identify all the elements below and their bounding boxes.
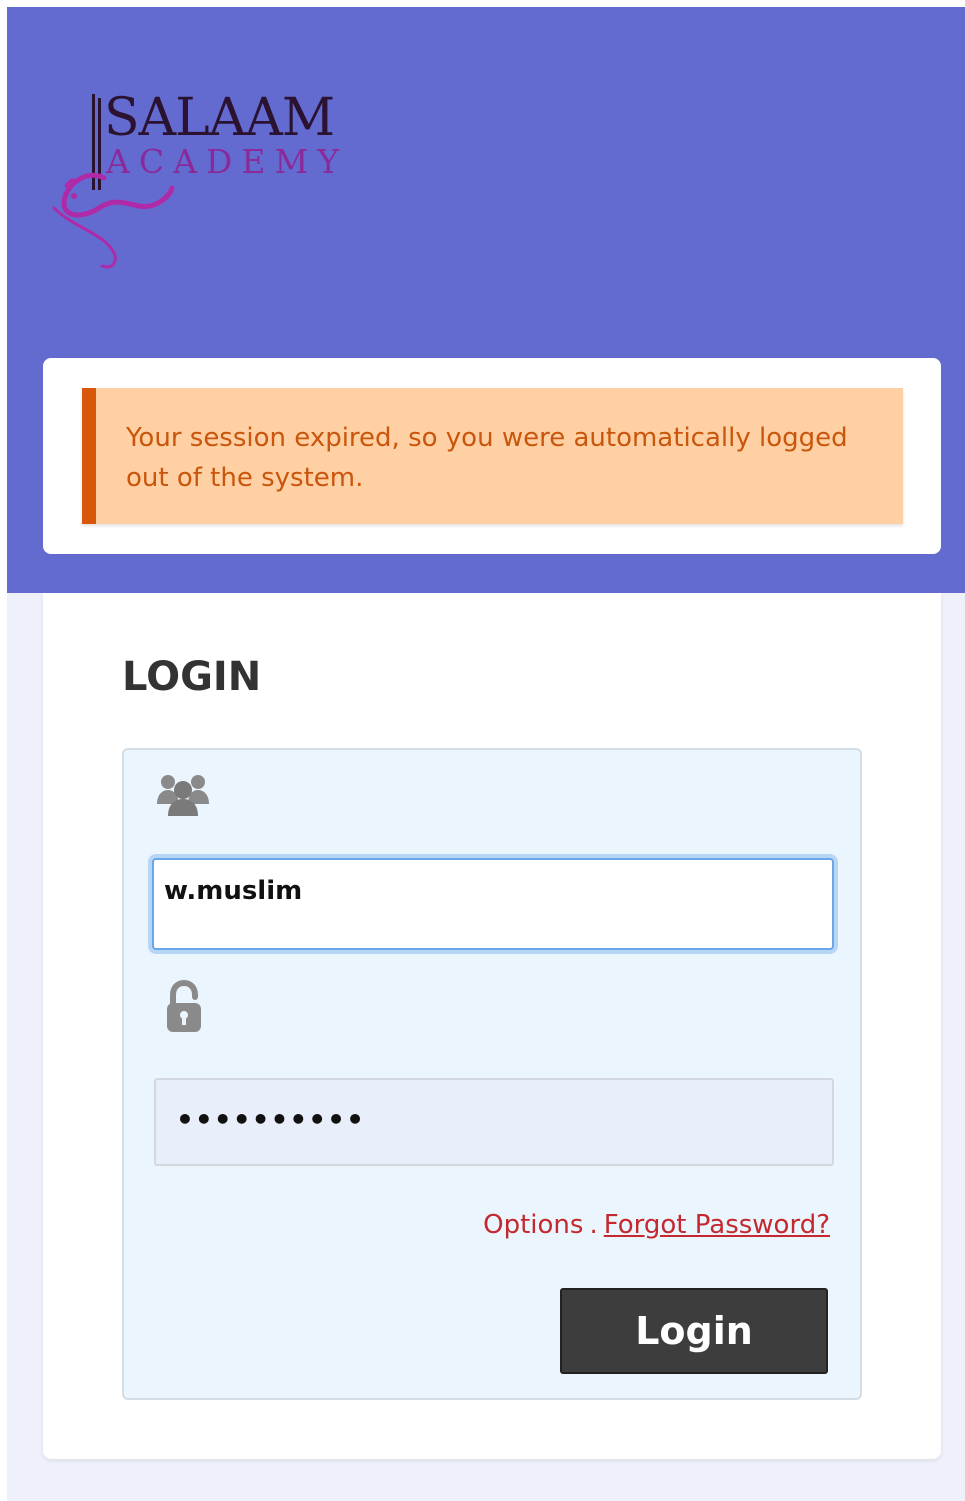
login-button[interactable]: Login [560,1288,828,1374]
login-title: LOGIN [122,654,262,700]
options-link[interactable]: Options [483,1210,583,1240]
alert-message: Your session expired, so you were automa… [126,423,848,493]
lock-icon [167,980,201,1032]
username-input[interactable] [152,858,834,950]
users-icon [157,775,209,816]
links-row: Options. Forgot Password? [483,1208,830,1242]
calligraphy-icon [52,172,175,269]
login-card: LOGIN Options.Forgot Password? Login [43,593,941,1459]
forgot-password-link[interactable]: Forgot Password? [604,1210,830,1240]
session-expired-alert: Your session expired, so you were automa… [82,388,903,524]
salaam-academy-logo: SALAAM ACADEMY [44,88,364,278]
login-form: Options.Forgot Password? Login [122,748,862,1400]
link-separator: . [589,1210,598,1240]
logo-title: SALAAM [104,88,335,148]
alert-card: Your session expired, so you were automa… [43,358,941,554]
password-input[interactable] [154,1078,834,1166]
